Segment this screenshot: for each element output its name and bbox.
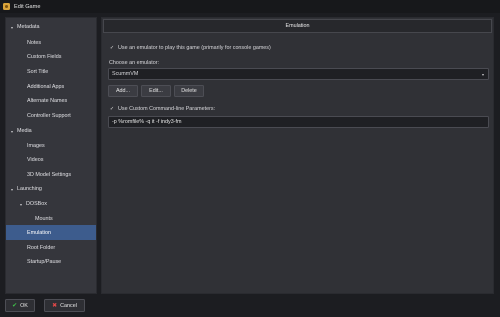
delete-emulator-button[interactable]: Delete [174,85,204,97]
sidebar-item-label: DOSBox [26,201,47,207]
command-line-params-input[interactable]: -p %romfile% -q it -f indy3-fm [108,116,489,128]
sidebar-item-root-folder[interactable]: Root Folder [6,241,96,255]
sidebar-item-media[interactable]: ▾ Media [6,124,96,138]
emulator-select-value: ScummVM [112,71,139,77]
expand-arrow-icon[interactable]: ▾ [9,187,15,192]
command-line-params-value: -p %romfile% -q it -f indy3-fm [112,119,182,125]
section-title: Emulation [285,23,310,29]
sidebar-item-mounts[interactable]: Mounts [6,212,96,226]
sidebar-item-metadata[interactable]: ▾ Metadata [6,20,96,34]
sidebar-item-alternate-names[interactable]: Alternate Names [6,94,96,108]
sidebar-item-label: Metadata [17,24,40,30]
sidebar-item-3d-model-settings[interactable]: 3D Model Settings [6,168,96,182]
cancel-button-label: Cancel [60,302,77,309]
sidebar-item-label: Root Folder [27,245,56,251]
sidebar-item-label: Controller Support [27,113,71,119]
sidebar-item-label: Additional Apps [27,84,65,90]
use-custom-params-checkbox-row[interactable]: ✓ Use Custom Command-line Parameters: [109,104,215,114]
sidebar-item-label: Custom Fields [27,54,62,60]
expand-arrow-icon[interactable]: ▾ [9,129,15,134]
sidebar-item-label: Media [17,128,32,134]
sidebar-item-label: Startup/Pause [27,259,62,265]
sidebar-item-label: Notes [27,40,42,46]
use-emulator-label: Use an emulator to play this game (prima… [118,45,271,51]
choose-emulator-label: Choose an emulator: [109,60,160,66]
sidebar-item-label: Alternate Names [27,98,68,104]
sidebar-item-startup-pause[interactable]: Startup/Pause [6,255,96,269]
sidebar-item-sort-title[interactable]: Sort Title [6,65,96,79]
sidebar-item-additional-apps[interactable]: Additional Apps [6,80,96,94]
sidebar-item-label: Mounts [35,216,53,222]
edit-button-label: Edit... [149,88,163,94]
use-custom-params-checkbox[interactable]: ✓ [109,106,115,112]
emulation-panel: Emulation ✓ Use an emulator to play this… [101,17,494,294]
section-header: Emulation [103,19,492,33]
sidebar-item-images[interactable]: Images [6,139,96,153]
expand-arrow-icon[interactable]: ▾ [18,202,24,207]
app-icon [3,3,10,10]
use-emulator-checkbox[interactable]: ✓ [109,45,115,51]
sidebar-item-label: Images [27,143,45,149]
chevron-down-icon[interactable]: ▾ [482,72,484,77]
sidebar-item-label: Emulation [27,229,51,236]
edit-emulator-button[interactable]: Edit... [141,85,171,97]
cancel-button[interactable]: ✖ Cancel [44,299,85,312]
sidebar-tree: ▾ Metadata Notes Custom Fields Sort Titl… [5,17,97,294]
sidebar-item-label: 3D Model Settings [27,172,72,178]
use-custom-params-label: Use Custom Command-line Parameters: [118,106,216,112]
add-button-label: Add... [115,88,131,94]
expand-arrow-icon[interactable]: ▾ [9,25,15,30]
sidebar-item-label: Videos [27,157,44,163]
emulator-select[interactable]: ScummVM ▾ [108,68,489,80]
sidebar-item-notes[interactable]: Notes [6,36,96,50]
sidebar-item-custom-fields[interactable]: Custom Fields [6,50,96,64]
sidebar-item-dosbox[interactable]: ▾ DOSBox [6,197,96,211]
ok-button-label: OK [20,302,28,309]
add-emulator-button[interactable]: Add... [108,85,138,97]
use-emulator-checkbox-row[interactable]: ✓ Use an emulator to play this game (pri… [109,43,271,53]
checkmark-icon: ✔ [12,303,18,309]
sidebar-item-controller-support[interactable]: Controller Support [6,109,96,123]
close-icon: ✖ [52,303,58,309]
sidebar-item-emulation[interactable]: Emulation [6,225,96,240]
sidebar-item-label: Sort Title [27,69,49,75]
sidebar-item-videos[interactable]: Videos [6,153,96,167]
sidebar-item-label: Launching [17,186,42,192]
delete-button-label: Delete [181,88,197,94]
title-bar: Edit Game [0,0,500,13]
window-title: Edit Game [14,3,41,10]
ok-button[interactable]: ✔ OK [5,299,35,312]
sidebar-item-launching[interactable]: ▾ Launching [6,182,96,196]
